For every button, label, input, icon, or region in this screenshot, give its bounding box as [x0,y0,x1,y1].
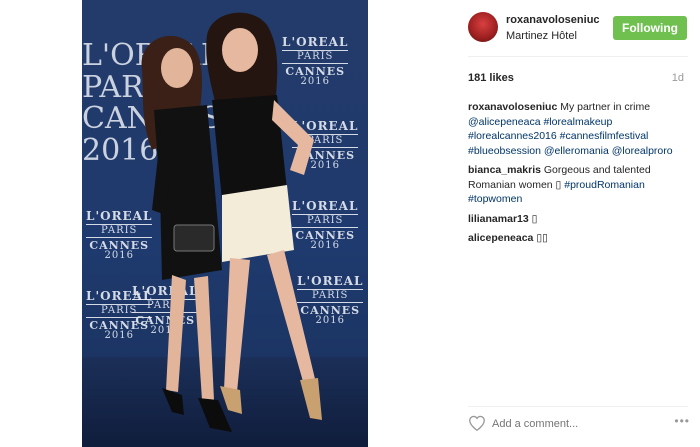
avatar[interactable] [468,12,498,42]
comment-username[interactable]: alicepeneaca [468,232,533,244]
post-header: roxanavoloseniuc Martinez Hôtel Followin… [368,0,700,56]
figure-legs [224,250,316,392]
figure-face [161,48,193,88]
post-location[interactable]: Martinez Hôtel [506,30,577,42]
likes-count[interactable]: 181 likes [468,72,514,84]
comment-list: roxanavoloseniuc My partner in crime @al… [468,100,690,251]
comment-tags[interactable]: @alicepeneaca #lorealmakeup #lorealcanne… [468,116,673,157]
comment-username[interactable]: roxanavoloseniuc [468,101,557,113]
comment-item: alicepeneaca ▯▯ [468,231,690,246]
footer-divider [468,406,688,407]
more-options-icon[interactable]: ••• [674,414,690,428]
figure-face [222,28,258,72]
following-button[interactable]: Following [613,16,687,40]
comment-item: lilianamar13 ▯ [468,212,690,227]
comment-footer: ••• [468,410,690,438]
comment-text: ▯▯ [536,232,548,244]
post-photo[interactable]: L'ORÉAL PARIS CANNES 2016 L'OREAL PARIS … [82,0,368,447]
figure-legs [166,275,214,400]
post-sidebar: roxanavoloseniuc Martinez Hôtel Followin… [368,0,700,447]
people-figures [141,12,322,432]
comment-item: bianca_makris Gorgeous and talented Roma… [468,163,690,207]
post-username[interactable]: roxanavoloseniuc [506,14,600,26]
comment-item: roxanavoloseniuc My partner in crime @al… [468,100,690,158]
comment-text: My partner in crime [560,101,651,113]
heart-icon[interactable] [468,415,486,431]
figure-clutch [173,224,215,252]
header-divider [468,56,688,57]
comment-username[interactable]: lilianamar13 [468,213,529,225]
post-time[interactable]: 1d [672,72,684,84]
comment-input[interactable] [492,415,652,433]
comment-username[interactable]: bianca_makris [468,164,541,176]
figure-shoes [162,388,232,432]
comment-text: ▯ [531,212,538,225]
